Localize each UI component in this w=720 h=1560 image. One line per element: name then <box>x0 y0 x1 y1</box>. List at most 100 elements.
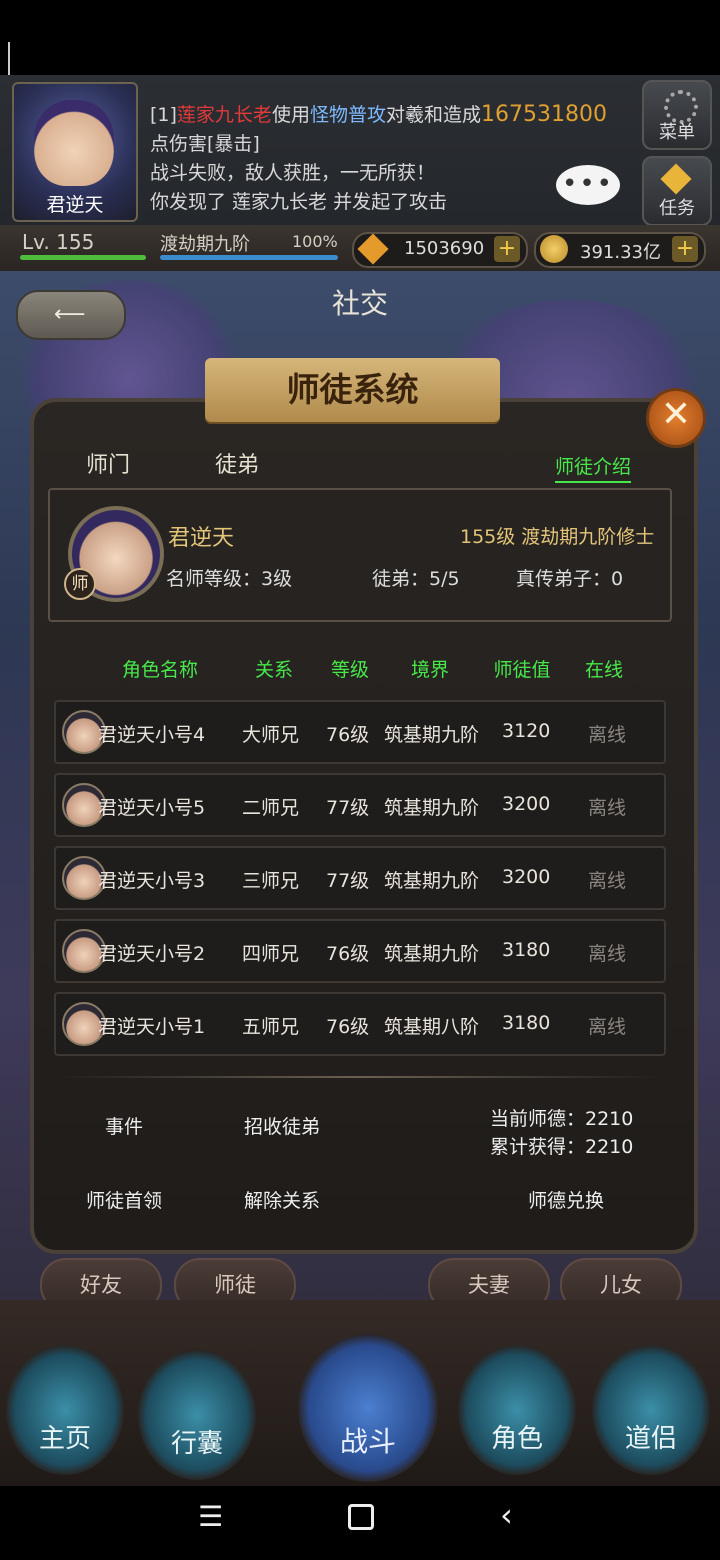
nav-bag[interactable]: 行囊 <box>138 1350 256 1480</box>
disciple-relation: 四师兄 <box>242 943 300 965</box>
master-info-panel: 师 君逆天 155级 渡劫期九阶修士 名师等级：3级 徒弟：5/5 真传弟子：0 <box>48 488 672 622</box>
diamond-count: 1503690 <box>404 238 485 259</box>
player-avatar[interactable]: 君逆天 <box>12 82 138 222</box>
social-title: 社交 <box>331 287 388 320</box>
disciple-realm: 筑基期八阶 <box>384 1016 480 1038</box>
gold-count: 391.33亿 <box>580 242 661 263</box>
disciple-relation: 二师兄 <box>242 797 300 819</box>
dialog-title-banner: 师徒系统 <box>205 358 500 422</box>
disciple-relation: 大师兄 <box>242 724 300 746</box>
exchange-button[interactable]: 师德兑换 <box>506 1186 626 1213</box>
column-header-relation: 关系 <box>254 659 293 681</box>
home-square-icon[interactable] <box>348 1504 374 1530</box>
close-button[interactable]: ✕ <box>646 388 706 448</box>
disciple-online: 离线 <box>588 943 627 965</box>
dialog-title: 师徒系统 <box>286 370 419 409</box>
diamond-task-icon <box>660 163 692 195</box>
table-row[interactable]: 君逆天小号4 大师兄 76级 筑基期九阶 3120 离线 <box>54 700 666 764</box>
disciple-name: 君逆天小号4 <box>98 724 206 746</box>
realm-progress: 100% <box>292 232 338 251</box>
column-header-level: 等级 <box>330 659 369 681</box>
nav-home[interactable]: 主页 <box>6 1345 124 1475</box>
column-header-name: 角色名称 <box>121 659 198 681</box>
disciple-realm: 筑基期九阶 <box>384 943 480 965</box>
divider <box>60 1076 660 1078</box>
back-chevron-icon[interactable]: ‹ <box>500 1496 513 1534</box>
table-row[interactable]: 君逆天小号2 四师兄 76级 筑基期九阶 3180 离线 <box>54 919 666 983</box>
status-bar <box>0 0 720 75</box>
battle-log: [1]莲家九长老使用怪物普攻对羲和造成167531800 点伤害[暴击] 战斗失… <box>150 100 630 217</box>
player-realm: 渡劫期九阶 <box>160 234 250 255</box>
menu-button[interactable]: 菜单 <box>642 80 712 150</box>
events-button[interactable]: 事件 <box>64 1112 184 1139</box>
menu-icon[interactable]: ☰ <box>198 1500 223 1533</box>
log-damage: 167531800 <box>481 102 607 127</box>
intro-link[interactable]: 师徒介绍 <box>555 452 632 483</box>
avatar-face-icon <box>34 100 114 186</box>
disciple-online: 离线 <box>588 797 627 819</box>
table-row[interactable]: 君逆天小号3 三师兄 77级 筑基期九阶 3200 离线 <box>54 846 666 910</box>
add-gold-button[interactable]: + <box>672 236 698 262</box>
master-rank: 名师等级：3级 <box>166 568 293 590</box>
log-enemy: 莲家九长老 <box>176 104 272 126</box>
nav-battle[interactable]: 战斗 <box>298 1334 438 1482</box>
disciple-level: 77级 <box>326 870 370 892</box>
disciple-name: 君逆天小号2 <box>98 943 206 965</box>
log-skill: 怪物普攻 <box>309 104 386 126</box>
disciple-name: 君逆天小号5 <box>98 797 206 819</box>
recruit-button[interactable]: 招收徒弟 <box>222 1112 342 1139</box>
disciple-value: 3200 <box>502 866 551 888</box>
mentor-boss-button[interactable]: 师徒首领 <box>64 1186 184 1213</box>
disciple-realm: 筑基期九阶 <box>384 797 480 819</box>
disciple-realm: 筑基期九阶 <box>384 870 480 892</box>
disciple-level: 76级 <box>326 1016 370 1038</box>
tab-sect[interactable]: 师门 <box>86 447 130 479</box>
current-virtue: 当前师德：2210 <box>490 1108 634 1130</box>
log-action: 造成 <box>443 104 482 126</box>
player-name: 君逆天 <box>46 194 104 216</box>
master-level-title: 155级 渡劫期九阶修士 <box>460 526 655 548</box>
disciple-relation: 五师兄 <box>242 1016 300 1038</box>
disciple-relation: 三师兄 <box>242 870 300 892</box>
disciple-value: 3180 <box>502 1012 551 1034</box>
chat-bubble-icon[interactable]: ••• <box>556 165 620 205</box>
master-name: 君逆天 <box>168 526 235 551</box>
tasks-label: 任务 <box>659 198 695 219</box>
level-progress-bar <box>20 255 146 260</box>
column-header-online: 在线 <box>584 659 623 681</box>
nav-partner[interactable]: 道侣 <box>592 1345 710 1475</box>
disciple-level: 77级 <box>326 797 370 819</box>
nav-character[interactable]: 角色 <box>458 1345 576 1475</box>
nav-bag-label: 行囊 <box>170 1429 223 1459</box>
table-row[interactable]: 君逆天小号5 二师兄 77级 筑基期九阶 3200 离线 <box>54 773 666 837</box>
table-row[interactable]: 君逆天小号1 五师兄 76级 筑基期八阶 3180 离线 <box>54 992 666 1056</box>
disciple-realm: 筑基期九阶 <box>384 724 480 746</box>
log-to: 对 <box>385 104 405 126</box>
player-level: Lv. 155 <box>22 230 95 254</box>
add-diamond-button[interactable]: + <box>494 236 520 262</box>
nav-home-label: 主页 <box>38 1424 91 1454</box>
tab-disciples[interactable]: 徒弟 <box>215 447 259 479</box>
nav-partner-label: 道侣 <box>624 1424 677 1454</box>
dissolve-button[interactable]: 解除关系 <box>222 1186 342 1213</box>
disciple-online: 离线 <box>588 1016 627 1038</box>
disciple-name: 君逆天小号1 <box>98 1016 206 1038</box>
menu-label: 菜单 <box>659 122 695 143</box>
disciple-level: 76级 <box>326 724 370 746</box>
disciple-value: 3200 <box>502 793 551 815</box>
total-virtue: 累计获得：2210 <box>490 1136 634 1158</box>
tasks-button[interactable]: 任务 <box>642 156 712 226</box>
realm-progress-bar <box>160 255 338 260</box>
close-icon: ✕ <box>660 394 692 435</box>
column-header-realm: 境界 <box>410 659 449 681</box>
diamond-counter: 1503690 + <box>352 232 528 268</box>
disciple-online: 离线 <box>588 870 627 892</box>
disciple-count: 徒弟：5/5 <box>372 568 460 590</box>
log-line-2: 点伤害[暴击] <box>150 133 260 155</box>
master-badge: 师 <box>64 568 96 600</box>
log-mid: 使用 <box>271 104 310 126</box>
true-disciple-count: 真传弟子：0 <box>516 568 624 590</box>
nav-battle-label: 战斗 <box>339 1425 396 1458</box>
disciple-online: 离线 <box>588 724 627 746</box>
coin-icon <box>540 235 568 263</box>
